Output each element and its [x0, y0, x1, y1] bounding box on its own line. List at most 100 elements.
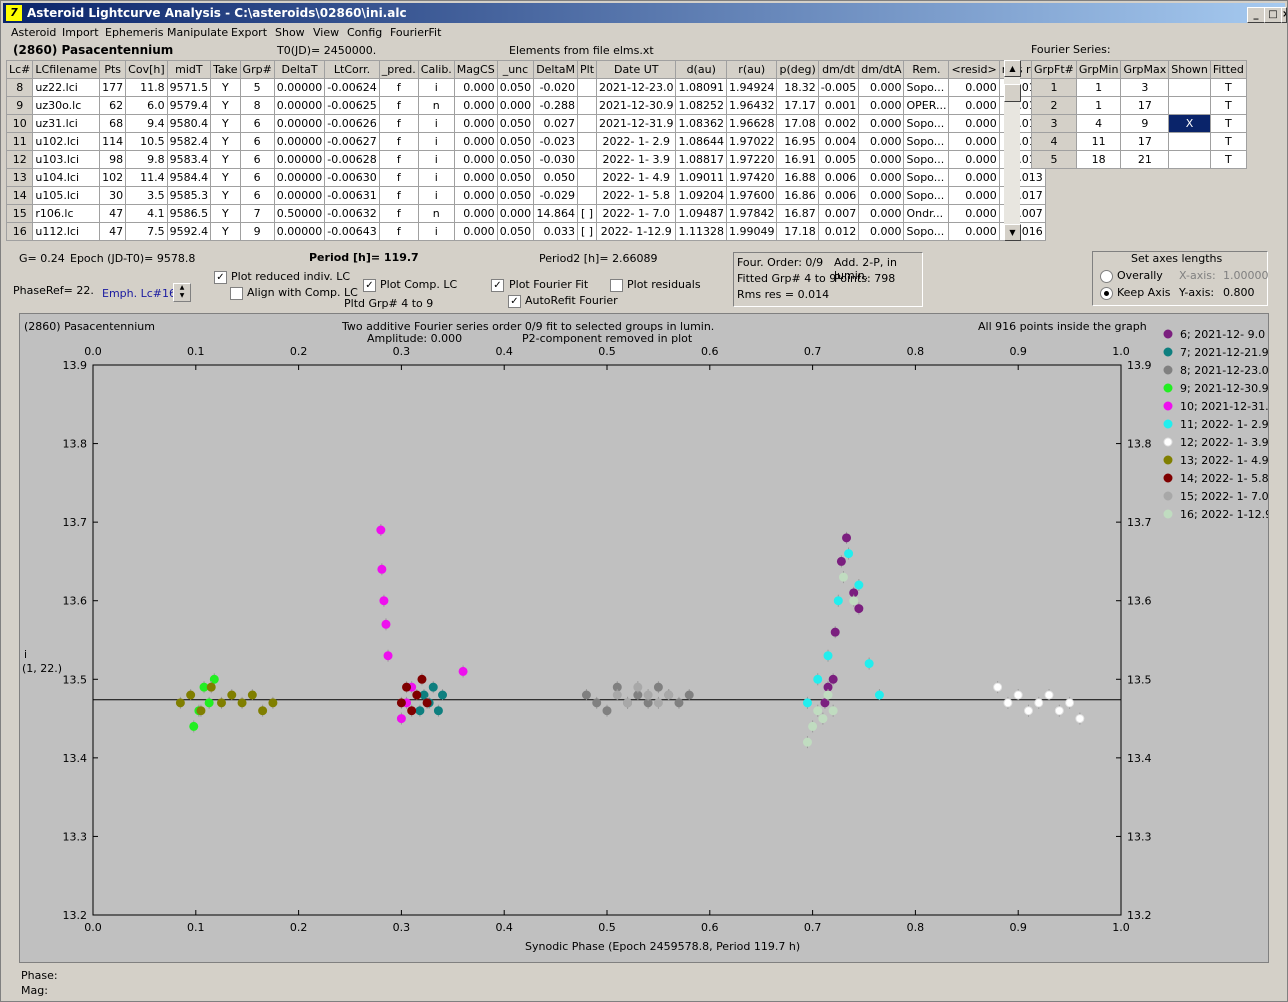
table-cell[interactable]: 0.000 — [858, 222, 905, 241]
table-cell[interactable]: -0.288 — [533, 96, 579, 115]
table-cell[interactable]: 0.012 — [817, 222, 860, 241]
fourier-col-header[interactable]: Fitted — [1209, 60, 1247, 79]
table-cell[interactable]: i — [417, 132, 455, 151]
table-cell[interactable]: Y — [210, 186, 241, 205]
table-cell[interactable]: 0.00000 — [273, 114, 326, 133]
lc-col-header[interactable]: Date UT — [596, 60, 677, 79]
table-cell[interactable] — [577, 150, 598, 169]
table-cell[interactable]: Y — [210, 114, 241, 133]
menu-fourierfit[interactable]: FourierFit — [390, 26, 441, 39]
table-row[interactable]: 11 u102.lci 114 10.5 9582.4 Y 6 0.00000 -0.00627… — [5, 132, 1046, 151]
table-cell[interactable]: i — [417, 150, 455, 169]
table-cell[interactable]: Y — [210, 96, 241, 115]
lc-col-header[interactable]: LtCorr. — [324, 60, 380, 79]
table-cell[interactable]: n — [417, 204, 455, 223]
table-cell[interactable]: -0.020 — [533, 78, 579, 97]
lc-table-scrollbar[interactable]: ▲ ▼ — [1004, 60, 1021, 241]
table-cell[interactable]: 2022- 1- 4.9 — [596, 168, 677, 187]
table-cell[interactable]: 1.09487 — [675, 204, 727, 223]
table-cell[interactable]: 17.17 — [776, 96, 819, 115]
table-cell[interactable]: 11 — [5, 132, 34, 151]
table-cell[interactable]: 0.000 — [453, 132, 498, 151]
table-cell[interactable]: 0.050 — [496, 114, 535, 133]
menu-view[interactable]: View — [313, 26, 339, 39]
table-cell[interactable]: 11.4 — [125, 168, 168, 187]
table-cell[interactable]: 11.8 — [125, 78, 168, 97]
lc-col-header[interactable]: _unc — [496, 60, 535, 79]
table-cell[interactable]: -0.00631 — [324, 186, 380, 205]
fourier-cell[interactable]: T — [1209, 114, 1247, 133]
table-cell[interactable]: 9586.5 — [166, 204, 212, 223]
table-cell[interactable]: Sopo... — [903, 186, 950, 205]
table-cell[interactable]: 5 — [239, 78, 275, 97]
fourier-row[interactable]: 113T — [1031, 78, 1247, 97]
table-cell[interactable] — [577, 78, 598, 97]
lc-col-header[interactable]: <resid> — [948, 60, 1000, 79]
table-cell[interactable]: f — [378, 204, 419, 223]
table-cell[interactable]: Y — [210, 78, 241, 97]
table-cell[interactable]: -0.00643 — [324, 222, 380, 241]
scroll-up-button[interactable]: ▲ — [1004, 60, 1021, 77]
fourier-cell[interactable]: T — [1209, 150, 1247, 169]
table-cell[interactable]: 9 — [239, 222, 275, 241]
menu-export[interactable]: Export — [231, 26, 267, 39]
lc-col-header[interactable]: Pts — [99, 60, 127, 79]
table-cell[interactable]: 102 — [99, 168, 127, 187]
scroll-thumb[interactable] — [1004, 84, 1021, 102]
table-cell[interactable]: uz31.lci — [32, 114, 101, 133]
table-cell[interactable]: -0.00632 — [324, 204, 380, 223]
table-cell[interactable]: Y — [210, 150, 241, 169]
table-cell[interactable]: 1.97220 — [725, 150, 778, 169]
table-cell[interactable]: u104.lci — [32, 168, 101, 187]
table-cell[interactable]: 16.86 — [776, 186, 819, 205]
table-cell[interactable]: 14.864 — [533, 204, 579, 223]
table-row[interactable]: 10 uz31.lci 68 9.4 9580.4 Y 6 0.00000 -0.00626 f i… — [5, 114, 1046, 133]
table-cell[interactable]: 9582.4 — [166, 132, 212, 151]
table-cell[interactable]: 0.000 — [453, 186, 498, 205]
plot-reduced-checkbox[interactable]: ✓ — [214, 271, 227, 284]
table-cell[interactable]: f — [378, 78, 419, 97]
table-cell[interactable]: Sopo... — [903, 168, 950, 187]
table-cell[interactable]: 114 — [99, 132, 127, 151]
table-cell[interactable]: 1.08252 — [675, 96, 727, 115]
table-cell[interactable]: 4.1 — [125, 204, 168, 223]
table-cell[interactable]: 10 — [5, 114, 34, 133]
table-cell[interactable]: 0.00000 — [273, 96, 326, 115]
fourier-cell[interactable]: 3 — [1120, 78, 1170, 97]
fourier-cell[interactable]: 17 — [1120, 132, 1170, 151]
table-cell[interactable]: 8 — [239, 96, 275, 115]
lc-col-header[interactable]: dm/dtA — [858, 60, 905, 79]
lc-col-header[interactable]: Take — [210, 60, 241, 79]
table-cell[interactable]: 1.11328 — [675, 222, 727, 241]
table-cell[interactable]: 0.000 — [948, 186, 1000, 205]
table-cell[interactable]: 0.000 — [858, 204, 905, 223]
table-cell[interactable]: 9585.3 — [166, 186, 212, 205]
table-cell[interactable] — [577, 96, 598, 115]
lc-col-header[interactable]: _pred. — [378, 60, 419, 79]
fourier-cell[interactable]: 1 — [1075, 96, 1122, 115]
table-cell[interactable] — [577, 132, 598, 151]
table-cell[interactable]: 0.000 — [858, 150, 905, 169]
lc-col-header[interactable]: dm/dt — [817, 60, 860, 79]
table-cell[interactable]: 0.50000 — [273, 204, 326, 223]
table-cell[interactable]: 0.000 — [858, 132, 905, 151]
table-cell[interactable]: Y — [210, 222, 241, 241]
table-cell[interactable]: 0.050 — [496, 168, 535, 187]
table-cell[interactable]: u103.lci — [32, 150, 101, 169]
table-cell[interactable]: 1.09204 — [675, 186, 727, 205]
fourier-cell[interactable]: 17 — [1120, 96, 1170, 115]
table-cell[interactable]: 0.006 — [817, 168, 860, 187]
table-cell[interactable]: 0.00000 — [273, 186, 326, 205]
table-cell[interactable]: 0.000 — [453, 150, 498, 169]
plot-fourier-checkbox[interactable]: ✓ — [491, 279, 504, 292]
table-cell[interactable]: -0.00625 — [324, 96, 380, 115]
table-cell[interactable]: Y — [210, 168, 241, 187]
table-cell[interactable]: 2021-12-31.9 — [596, 114, 677, 133]
table-cell[interactable]: 47 — [99, 204, 127, 223]
table-cell[interactable]: 0.000 — [858, 78, 905, 97]
table-cell[interactable]: 7.5 — [125, 222, 168, 241]
table-cell[interactable]: 9.8 — [125, 150, 168, 169]
table-cell[interactable]: 1.08362 — [675, 114, 727, 133]
table-cell[interactable]: u112.lci — [32, 222, 101, 241]
table-cell[interactable]: i — [417, 222, 455, 241]
